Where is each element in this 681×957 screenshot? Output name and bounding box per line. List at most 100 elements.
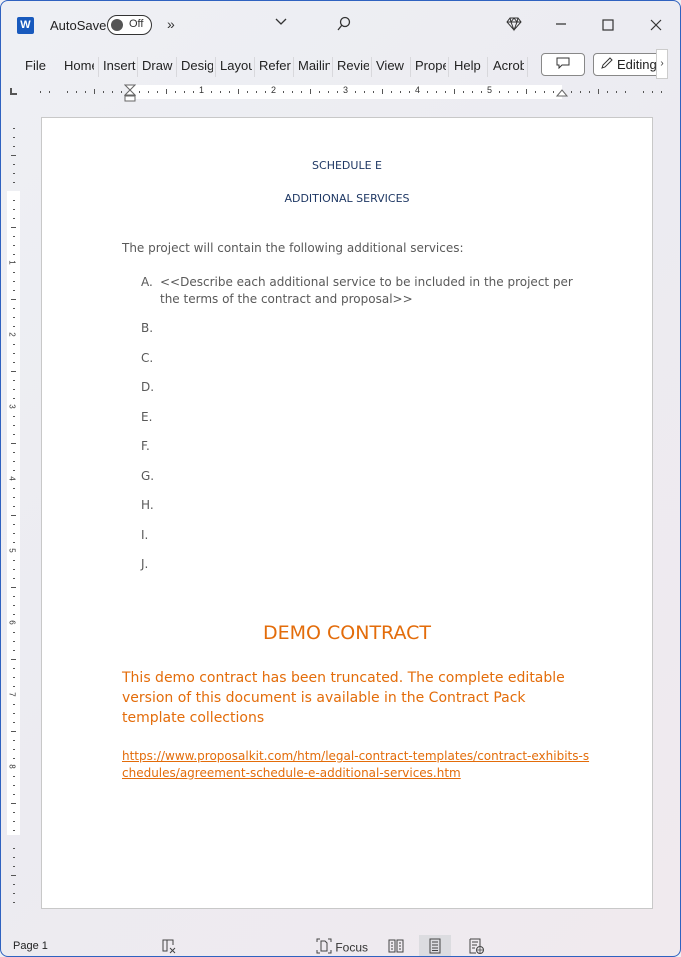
ruler-tick (13, 434, 15, 435)
autosave-label: AutoSave (50, 18, 107, 33)
ruler-tick (13, 452, 15, 453)
ruler-tick (157, 91, 158, 93)
minimize-icon[interactable] (554, 16, 568, 33)
toggle-knob (111, 19, 123, 31)
ruler-tick (13, 272, 15, 273)
ruler-tick (364, 91, 365, 93)
ruler-tick (463, 91, 464, 93)
ruler-tick (508, 91, 509, 93)
ruler-tick (13, 893, 15, 894)
tab-separator (254, 57, 255, 77)
ruler-tick (85, 91, 86, 93)
ruler-tick (67, 91, 68, 93)
right-indent-marker-icon[interactable] (556, 87, 568, 97)
page-number[interactable]: Page 1 (13, 940, 48, 952)
section-title: ADDITIONAL SERVICES (284, 192, 410, 205)
print-layout-icon[interactable] (427, 938, 443, 956)
tab-insert[interactable]: Insert (103, 57, 136, 75)
ruler-tick (13, 605, 15, 606)
tab-review[interactable]: Review (337, 57, 369, 75)
product-link[interactable]: https://www.proposalkit.com/htm/legal-co… (122, 748, 592, 782)
tab-separator (293, 57, 294, 77)
ruler-tick (607, 91, 608, 93)
ruler-tick (13, 488, 15, 489)
ruler-number: 2 (7, 332, 17, 337)
ruler-tick (517, 91, 518, 93)
autosave-toggle[interactable]: Off (107, 15, 152, 35)
ruler-tick (616, 91, 617, 93)
ruler-tick (13, 542, 15, 543)
ruler-tick (13, 146, 15, 147)
close-icon[interactable] (650, 18, 662, 34)
customize-toolbar-chevron-icon[interactable] (274, 14, 288, 31)
comment-icon (556, 56, 570, 74)
ruler-tick (13, 668, 15, 669)
tab-home[interactable]: Home (64, 57, 94, 75)
ruler-tick (13, 344, 15, 345)
ruler-tick (13, 650, 15, 651)
accessibility-check-icon[interactable] (161, 938, 177, 956)
ruler-tick (598, 89, 599, 94)
maximize-icon[interactable] (602, 18, 614, 34)
list-letter: I. (141, 528, 149, 542)
ruler-tick (13, 830, 15, 831)
ruler-tick (13, 326, 15, 327)
ruler-tick (472, 91, 473, 93)
ruler-tick (13, 857, 15, 858)
tab-acrobat[interactable]: Acrobat (493, 57, 524, 75)
document-page[interactable]: SCHEDULE E ADDITIONAL SERVICES The proje… (41, 117, 653, 909)
list-letter: F. (141, 439, 150, 453)
tab-design[interactable]: Design (181, 57, 213, 75)
web-layout-icon[interactable] (468, 938, 484, 956)
vertical-ruler[interactable]: 1 2 3 4 5 6 7 8 (7, 111, 20, 911)
ruler-tick (643, 91, 644, 93)
read-mode-icon[interactable] (388, 938, 404, 956)
autosave-state: Off (129, 18, 144, 30)
focus-button[interactable]: Focus (316, 938, 368, 956)
tab-view[interactable]: View (376, 57, 408, 75)
ruler-tick (13, 128, 15, 129)
tab-separator (448, 57, 449, 77)
comments-button[interactable] (541, 53, 585, 76)
ruler-tick (409, 91, 410, 93)
tab-draw[interactable]: Draw (142, 57, 174, 75)
ruler-tick (13, 560, 15, 561)
ruler-tick (13, 398, 15, 399)
ruler-tick (11, 731, 16, 732)
search-icon[interactable] (336, 16, 352, 35)
premium-diamond-icon[interactable] (506, 16, 522, 35)
ruler-tick (13, 812, 15, 813)
ruler-tick (103, 91, 104, 93)
tab-stop-selector[interactable] (10, 88, 17, 95)
tab-mailings[interactable]: Mailings (298, 57, 330, 75)
ruler-number: 7 (7, 692, 17, 697)
ruler-tick (184, 91, 185, 93)
tab-file[interactable]: File (25, 57, 47, 75)
ruler-tick (13, 470, 15, 471)
ruler-tick (13, 254, 15, 255)
ruler-tick (13, 740, 15, 741)
ruler-tick (13, 209, 15, 210)
ruler-tick (13, 308, 15, 309)
editing-mode-button[interactable]: Editing (593, 53, 663, 76)
ruler-tick (13, 200, 15, 201)
tab-layout[interactable]: Layout (220, 57, 252, 75)
ruler-tick (13, 884, 15, 885)
tab-references[interactable]: References (259, 57, 291, 75)
status-bar: Page 1 Focus (1, 935, 680, 956)
ribbon-scroll-right-button[interactable]: › (656, 49, 668, 79)
ruler-tick (13, 218, 15, 219)
ruler-number: 3 (7, 404, 17, 409)
ruler-tick (526, 89, 527, 94)
ruler-tick (11, 875, 16, 876)
ruler-tick (13, 785, 15, 786)
title-bar: W AutoSave Off » (1, 1, 680, 49)
ruler-tick (580, 91, 581, 93)
more-commands-icon[interactable]: » (167, 16, 175, 32)
ruler-tick (13, 569, 15, 570)
tab-help[interactable]: Help (454, 57, 484, 75)
tab-properties[interactable]: Properties (415, 57, 446, 75)
ruler-tick (13, 686, 15, 687)
list-letter: D. (141, 380, 155, 394)
indent-marker-icon[interactable] (124, 84, 136, 102)
